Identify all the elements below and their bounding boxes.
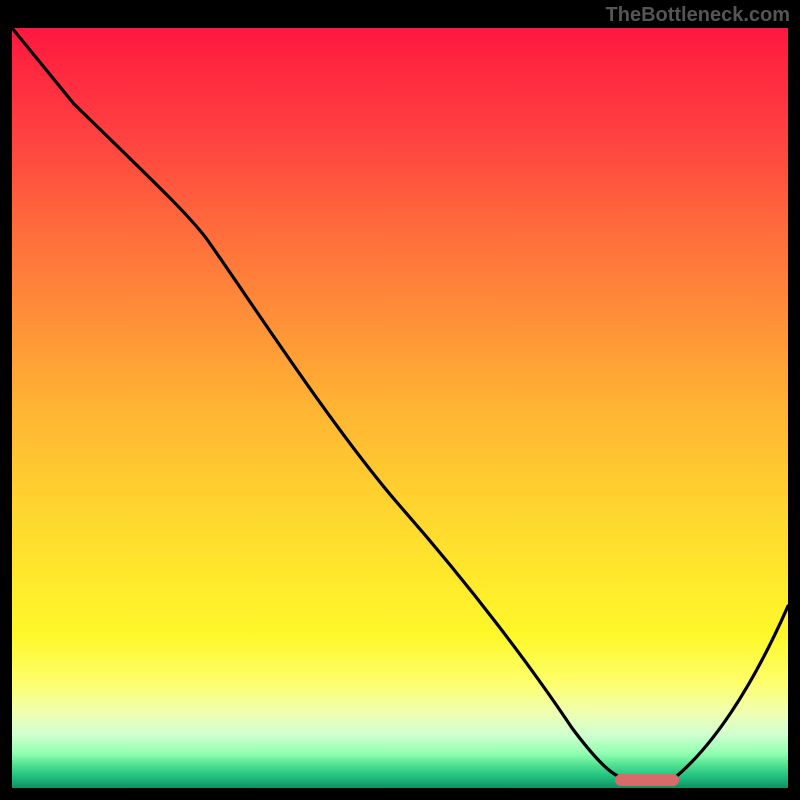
plot-area: [12, 28, 788, 788]
optimal-marker: [615, 774, 679, 786]
bottleneck-curve: [12, 28, 788, 780]
curve-svg: [12, 28, 788, 788]
watermark-text: TheBottleneck.com: [606, 4, 790, 27]
